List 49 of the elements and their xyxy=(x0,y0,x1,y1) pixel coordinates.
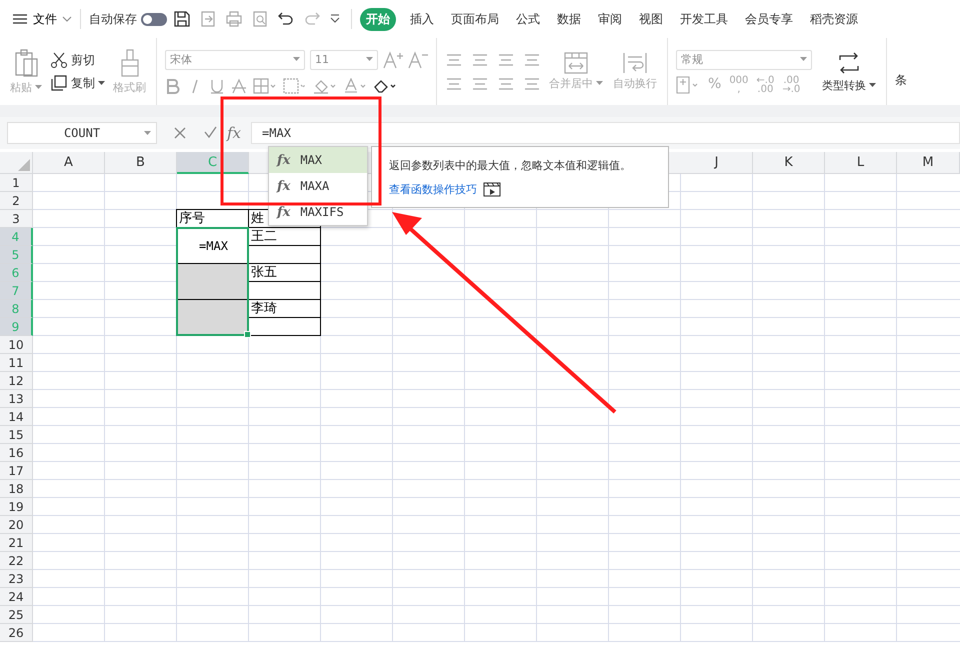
ribbon-tab[interactable]: 视图 xyxy=(633,8,669,30)
row-header[interactable]: 13 xyxy=(0,390,33,408)
ribbon-tab[interactable]: 开发工具 xyxy=(674,8,734,30)
row-header[interactable]: 20 xyxy=(0,516,33,534)
ribbon-label[interactable]: 条 xyxy=(895,72,907,89)
row-header[interactable]: 19 xyxy=(0,498,33,516)
font-name-dropdown[interactable]: 宋体 xyxy=(165,50,305,70)
table-cell: 张五 xyxy=(248,263,321,282)
row-header[interactable]: 10 xyxy=(0,336,33,354)
ribbon-tab[interactable]: 页面布局 xyxy=(445,8,505,30)
ribbon-tab[interactable]: 公式 xyxy=(510,8,546,30)
row-header[interactable]: 26 xyxy=(0,624,33,642)
ribbon-tab[interactable]: 数据 xyxy=(551,8,587,30)
name-box[interactable]: COUNT xyxy=(7,122,157,144)
function-description: 返回参数列表中的最大值，忽略文本值和逻辑值。 xyxy=(389,158,632,173)
row-header[interactable]: 23 xyxy=(0,570,33,588)
row-header[interactable]: 15 xyxy=(0,426,33,444)
ribbon-tab[interactable]: 插入 xyxy=(404,8,440,30)
row-header[interactable]: 18 xyxy=(0,480,33,498)
autosave-label: 自动保存 xyxy=(89,10,137,28)
row-header[interactable]: 25 xyxy=(0,606,33,624)
ribbon-tab[interactable]: 稻壳资源 xyxy=(804,8,864,30)
insert-function-button[interactable]: fx xyxy=(227,124,242,142)
copy-button[interactable]: 复制 xyxy=(50,74,105,92)
row-header[interactable]: 2 xyxy=(0,192,33,210)
function-suggestion[interactable]: fx MAX xyxy=(269,147,367,173)
row-header[interactable]: 1 xyxy=(0,174,33,192)
cut-button[interactable]: 剪切 xyxy=(50,52,105,68)
table-cell: 李琦 xyxy=(248,299,321,318)
row-header[interactable]: 16 xyxy=(0,444,33,462)
row-header[interactable]: 22 xyxy=(0,552,33,570)
formula-input[interactable]: =MAX xyxy=(251,122,960,144)
row-header[interactable]: 14 xyxy=(0,408,33,426)
number-format-dropdown[interactable]: 常规 xyxy=(676,50,812,70)
help-link[interactable]: 查看函数操作技巧 xyxy=(389,182,477,196)
font-size-dropdown[interactable]: 11 xyxy=(310,50,378,70)
file-menu[interactable]: 文件 xyxy=(12,10,72,28)
type-convert-button[interactable]: 类型转换 xyxy=(820,50,878,93)
row-header[interactable]: 17 xyxy=(0,462,33,480)
table-cell: 序号 xyxy=(176,209,249,228)
row-header[interactable]: 12 xyxy=(0,372,33,390)
function-suggestion[interactable]: fx MAXA xyxy=(269,173,367,199)
ribbon-tab[interactable]: 会员专享 xyxy=(739,8,799,30)
row-header[interactable]: 24 xyxy=(0,588,33,606)
row-header[interactable]: 3 xyxy=(0,210,33,228)
row-header[interactable]: 21 xyxy=(0,534,33,552)
row-header[interactable]: 11 xyxy=(0,354,33,372)
table-cell: 王二 xyxy=(248,227,321,246)
ribbon-tab[interactable]: 审阅 xyxy=(592,8,628,30)
